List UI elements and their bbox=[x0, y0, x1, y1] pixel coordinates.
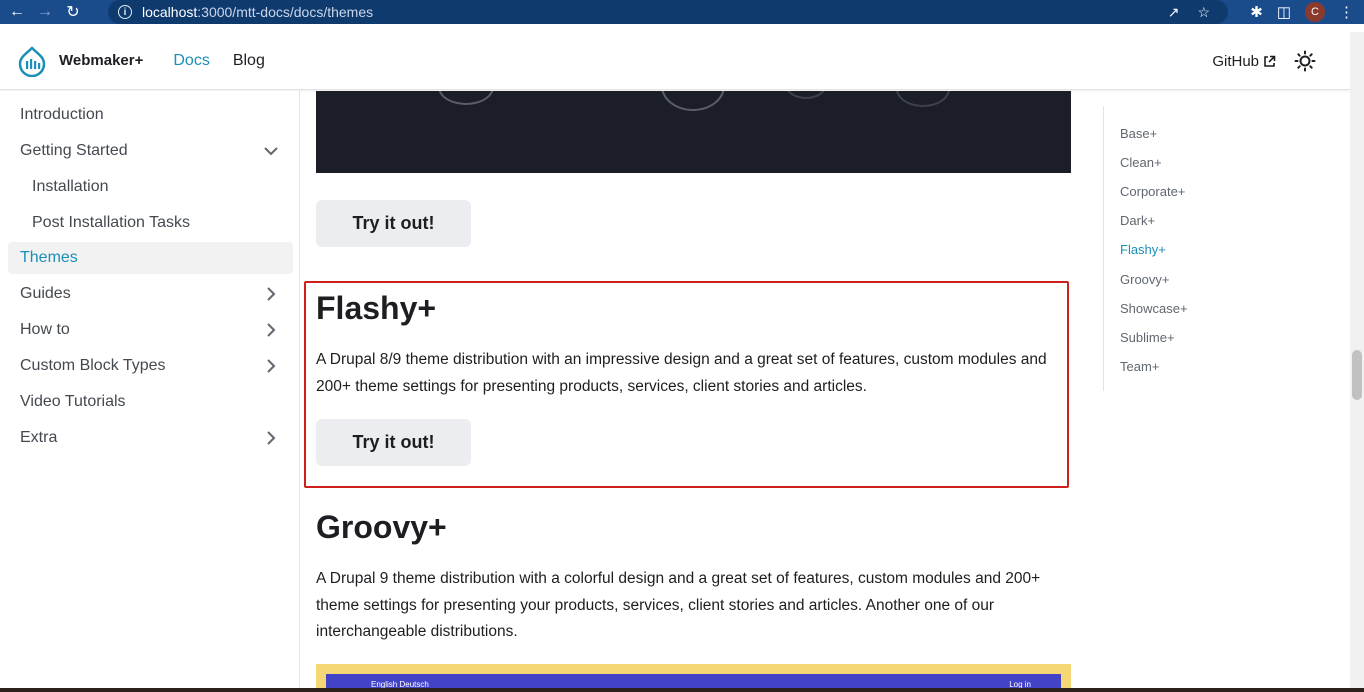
side-panel-icon[interactable]: ◫ bbox=[1277, 3, 1291, 21]
sidebar-item-guides[interactable]: Guides bbox=[8, 278, 293, 310]
sidebar-item-introduction[interactable]: Introduction bbox=[8, 99, 293, 131]
sidebar-item-label: Introduction bbox=[20, 106, 104, 123]
github-link[interactable]: GitHub bbox=[1212, 53, 1276, 70]
theme-preview-image bbox=[316, 91, 1071, 173]
nav-link-blog[interactable]: Blog bbox=[233, 52, 265, 70]
sidebar-item-label: How to bbox=[20, 321, 70, 338]
github-label: GitHub bbox=[1212, 52, 1259, 70]
toc-item-team[interactable]: Team+ bbox=[1120, 359, 1159, 374]
sidebar-item-label: Custom Block Types bbox=[20, 357, 166, 374]
brand-link[interactable]: Webmaker+ bbox=[16, 45, 143, 77]
sidebar-item-label: Installation bbox=[32, 178, 109, 195]
section-title-groovy: Groovy+ bbox=[316, 509, 447, 545]
address-bar[interactable]: i localhost:3000/mtt-docs/docs/themes ↗ … bbox=[108, 0, 1228, 24]
url-host: localhost bbox=[142, 4, 198, 20]
sidebar-item-extra[interactable]: Extra bbox=[8, 422, 293, 454]
sidebar-item-installation[interactable]: Installation bbox=[8, 171, 293, 203]
toc-item-dark[interactable]: Dark+ bbox=[1120, 213, 1155, 228]
nav-link-docs[interactable]: Docs bbox=[173, 52, 209, 70]
sidebar-item-label: Post Installation Tasks bbox=[32, 214, 191, 231]
toc-item-showcase[interactable]: Showcase+ bbox=[1120, 301, 1188, 316]
taskbar-edge bbox=[0, 688, 1364, 692]
toc-item-corporate[interactable]: Corporate+ bbox=[1120, 184, 1185, 199]
sidebar-item-label: Getting Started bbox=[20, 142, 128, 159]
back-icon[interactable]: ← bbox=[6, 0, 28, 24]
browser-toolbar: ← → ↻ i localhost:3000/mtt-docs/docs/the… bbox=[0, 0, 1364, 24]
try-it-out-button[interactable]: Try it out! bbox=[316, 419, 471, 466]
url-text: localhost:3000/mtt-docs/docs/themes bbox=[142, 4, 373, 20]
webmaker-logo-icon bbox=[18, 45, 46, 77]
sidebar-item-custom-block-types[interactable]: Custom Block Types bbox=[8, 350, 293, 382]
table-of-contents: Base+ Clean+ Corporate+ Dark+ Flashy+ Gr… bbox=[1103, 106, 1303, 391]
sidebar-item-themes[interactable]: Themes bbox=[8, 242, 293, 274]
toc-item-base[interactable]: Base+ bbox=[1120, 126, 1157, 141]
bookmark-star-icon[interactable]: ☆ bbox=[1197, 4, 1210, 21]
menu-kebab-icon[interactable]: ⋮ bbox=[1339, 3, 1354, 21]
reload-icon[interactable]: ↻ bbox=[62, 0, 84, 24]
docs-navbar: Webmaker+ Docs Blog GitHub bbox=[0, 32, 1350, 90]
sidebar-item-label: Themes bbox=[20, 249, 78, 266]
section-description-flashy: A Drupal 8/9 theme distribution with an … bbox=[316, 351, 1047, 395]
profile-avatar[interactable]: C bbox=[1305, 2, 1325, 22]
extensions-icon[interactable]: ✱ bbox=[1250, 3, 1263, 21]
sidebar-item-label: Guides bbox=[20, 285, 71, 302]
share-icon[interactable]: ↗ bbox=[1168, 4, 1180, 21]
url-path: :3000/mtt-docs/docs/themes bbox=[197, 4, 374, 20]
forward-icon[interactable]: → bbox=[34, 0, 56, 24]
site-info-icon[interactable]: i bbox=[118, 5, 132, 19]
client-logo-badge bbox=[786, 91, 826, 99]
chevron-down-icon[interactable] bbox=[263, 143, 279, 159]
client-logo-badge bbox=[438, 91, 494, 105]
try-it-out-button[interactable]: Try it out! bbox=[316, 200, 471, 247]
sidebar-item-label: Extra bbox=[20, 429, 58, 446]
toc-item-groovy[interactable]: Groovy+ bbox=[1120, 272, 1170, 287]
chevron-right-icon[interactable] bbox=[263, 358, 279, 374]
sidebar-item-post-installation-tasks[interactable]: Post Installation Tasks bbox=[8, 207, 293, 239]
chevron-right-icon[interactable] bbox=[263, 322, 279, 338]
brand-name: Webmaker+ bbox=[59, 52, 144, 69]
toc-item-flashy[interactable]: Flashy+ bbox=[1120, 242, 1166, 257]
external-link-icon bbox=[1264, 55, 1276, 67]
client-logo-badge bbox=[661, 91, 725, 111]
sun-icon[interactable] bbox=[1294, 50, 1316, 72]
chevron-right-icon[interactable] bbox=[263, 430, 279, 446]
section-description-groovy: A Drupal 9 theme distribution with a col… bbox=[316, 570, 1041, 640]
client-logo-badge bbox=[896, 91, 950, 107]
sidebar-item-how-to[interactable]: How to bbox=[8, 314, 293, 346]
toc-item-sublime[interactable]: Sublime+ bbox=[1120, 330, 1175, 345]
chevron-right-icon[interactable] bbox=[263, 286, 279, 302]
page-scrollbar[interactable] bbox=[1350, 32, 1364, 692]
docs-sidebar: Introduction Getting Started Installatio… bbox=[0, 91, 300, 692]
toc-item-clean[interactable]: Clean+ bbox=[1120, 155, 1162, 170]
section-title-flashy: Flashy+ bbox=[316, 290, 437, 326]
sidebar-item-label: Video Tutorials bbox=[20, 393, 126, 410]
sidebar-item-video-tutorials[interactable]: Video Tutorials bbox=[8, 386, 293, 418]
scrollbar-thumb[interactable] bbox=[1352, 350, 1362, 400]
sidebar-item-getting-started[interactable]: Getting Started bbox=[8, 135, 293, 167]
